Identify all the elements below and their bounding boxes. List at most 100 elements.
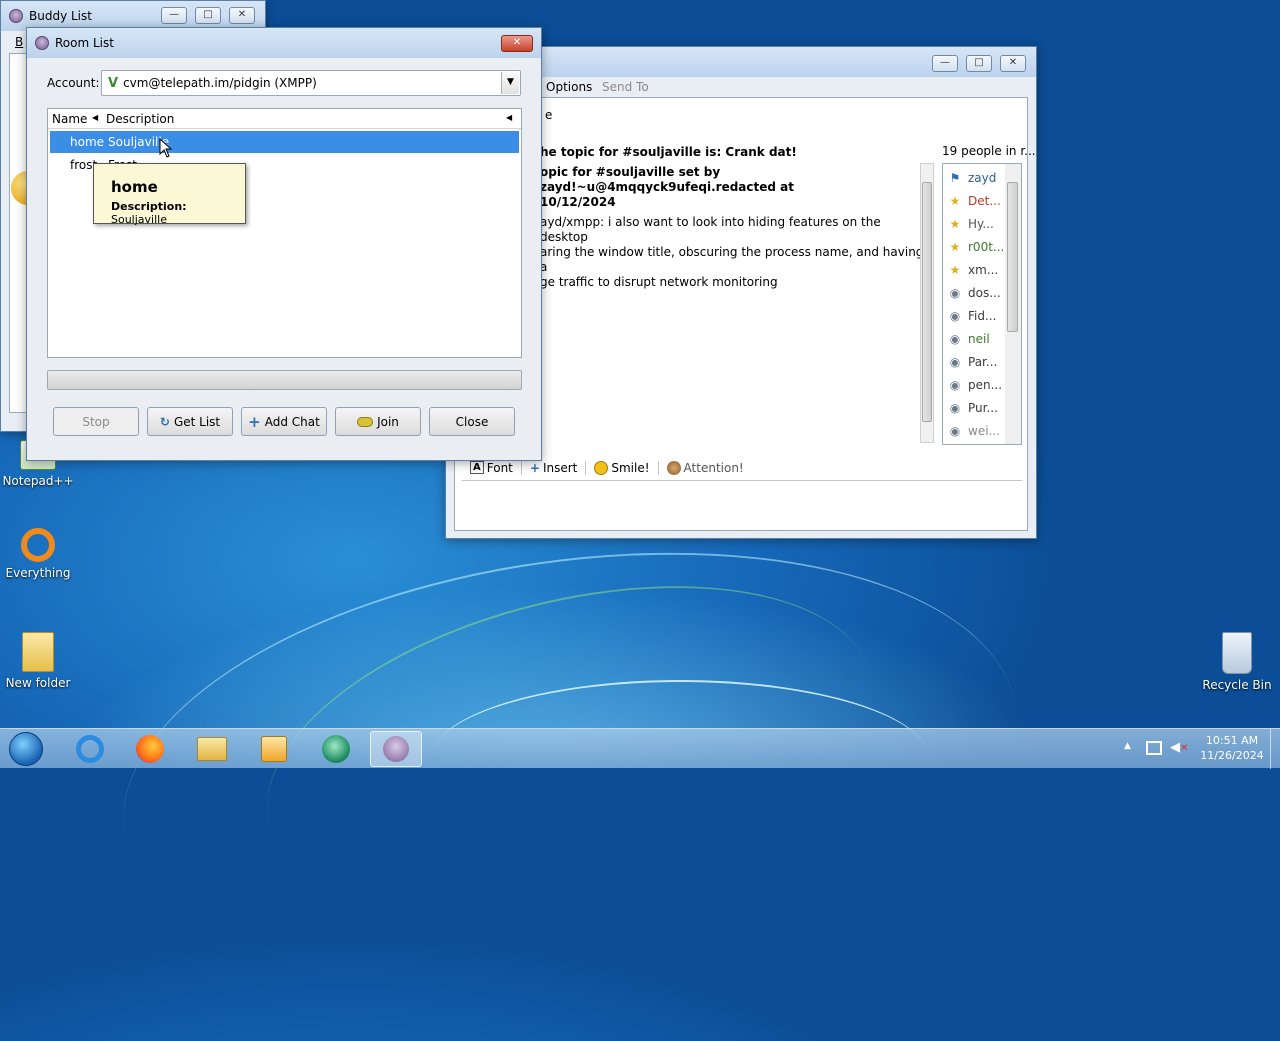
get-list-label: Get List <box>173 414 221 429</box>
minimize-button[interactable]: — <box>161 7 187 24</box>
close-button[interactable]: ✕ <box>1000 55 1026 72</box>
account-label: Account: <box>47 76 100 90</box>
firefox-icon <box>136 735 164 763</box>
tooltip-desc-label: Description: <box>111 200 187 213</box>
insert-button[interactable]: + Insert <box>522 460 587 475</box>
table-row[interactable]: home Souljaville <box>50 131 519 153</box>
network-icon[interactable] <box>1146 741 1162 755</box>
taskbar-explorer[interactable] <box>186 731 238 767</box>
everything-icon <box>21 528 55 562</box>
chat-menu-send-to[interactable]: Send To <box>602 80 649 94</box>
desktop-icon-label: New folder <box>5 676 71 690</box>
star-icon: ★ <box>949 216 961 231</box>
attention-button[interactable]: Attention! <box>659 460 752 475</box>
message-line: 10/12/2024 <box>540 195 616 209</box>
people-list-item[interactable]: ◉ pen... <box>943 373 1005 396</box>
desktop-icon-everything[interactable]: Everything <box>0 528 76 580</box>
chat-topic: e <box>545 108 553 122</box>
insert-label: Insert <box>542 460 578 475</box>
taskbar-pidgin[interactable] <box>370 731 422 767</box>
account-select[interactable]: V cvm@telepath.im/pidgin (XMPP) ▼ <box>101 70 521 96</box>
people-list-name: wei... <box>968 423 1000 438</box>
get-list-button[interactable]: ↻ Get List <box>147 407 233 436</box>
people-scrollbar[interactable] <box>1005 164 1021 444</box>
font-button[interactable]: A Font <box>462 460 522 475</box>
message-line: aring the window title, obscuring the pr… <box>540 245 924 274</box>
chat-scrollbar-thumb[interactable] <box>922 182 932 422</box>
volume-muted-icon[interactable]: ◀✕ <box>1170 740 1188 755</box>
column-header-description[interactable]: Description <box>106 112 174 126</box>
maximize-button[interactable]: □ <box>195 7 221 24</box>
font-label: Font <box>486 460 513 475</box>
taskbar-media-player[interactable] <box>248 731 300 767</box>
tooltip-desc-value: Souljaville <box>111 213 167 226</box>
star-icon: ★ <box>949 239 961 254</box>
room-list-titlebar[interactable]: Room List ✕ <box>27 28 541 58</box>
desktop-icon-label: Recycle Bin <box>1202 678 1272 692</box>
room-list-window[interactable]: Room List ✕ Account: V cvm@telepath.im/p… <box>26 27 542 461</box>
minimize-button[interactable]: — <box>932 55 958 72</box>
room-list-table[interactable]: Name ◀ Description ◀ home Souljaville fr… <box>47 108 522 358</box>
stop-label: Stop <box>82 414 110 429</box>
people-list-item[interactable]: ◉ Pur... <box>943 396 1005 419</box>
desktop-icon-recycle-bin[interactable]: Recycle Bin <box>1199 632 1275 692</box>
people-list-item[interactable]: ◉ Fid... <box>943 304 1005 327</box>
clock[interactable]: 10:51 AM 11/26/2024 <box>1196 733 1268 763</box>
wireless-icon: ◉ <box>949 400 961 415</box>
desktop-icon-new-folder[interactable]: New folder <box>0 632 76 690</box>
recycle-bin-icon <box>1222 632 1252 674</box>
show-desktop-button[interactable] <box>1270 729 1280 769</box>
people-list-name: pen... <box>968 377 1003 392</box>
wireless-icon: ◉ <box>949 377 961 392</box>
chat-scrollbar[interactable] <box>920 163 934 443</box>
taskbar: ▲ ◀✕ 10:51 AM 11/26/2024 <box>0 728 1280 769</box>
xmpp-icon: V <box>108 75 119 91</box>
column-header-name[interactable]: Name <box>52 112 87 126</box>
maximize-button[interactable]: □ <box>966 55 992 72</box>
close-button[interactable]: Close <box>429 407 515 436</box>
show-hidden-icons[interactable]: ▲ <box>1124 741 1131 751</box>
chevron-down-icon[interactable]: ▼ <box>501 72 519 94</box>
chat-log: he topic for #souljaville is: Crank dat!… <box>540 145 930 445</box>
close-icon[interactable]: ✕ <box>501 35 533 52</box>
people-list-item[interactable]: ◉ neil <box>943 327 1005 350</box>
people-list-item[interactable]: ◉ wei... <box>943 419 1005 442</box>
taskbar-ie[interactable] <box>64 731 116 767</box>
people-container: ⚑ zayd ★ Det... ★ Hy... ★ r00t... ★ xm... ◉ dos... ◉… <box>943 166 1005 442</box>
people-list-name: Fid... <box>968 308 997 323</box>
people-list-item[interactable]: ★ xm... <box>943 258 1005 281</box>
people-list-name: dos... <box>968 285 1001 300</box>
people-list-name: Par... <box>968 354 998 369</box>
people-count: 19 people in r... <box>942 144 1036 158</box>
smiley-icon <box>594 460 609 475</box>
wireless-icon: ◉ <box>949 308 961 323</box>
app-icon <box>322 735 350 763</box>
people-list-item[interactable]: ★ Hy... <box>943 212 1005 235</box>
people-list-item[interactable]: ★ r00t... <box>943 235 1005 258</box>
people-list-item[interactable]: ⚑ zayd <box>943 166 1005 189</box>
wireless-icon: ◉ <box>949 331 961 346</box>
windows-logo-icon <box>9 732 43 766</box>
refresh-icon: ↻ <box>159 414 170 429</box>
people-list[interactable]: ⚑ zayd ★ Det... ★ Hy... ★ r00t... ★ xm... ◉ dos... ◉… <box>942 163 1022 445</box>
add-chat-button[interactable]: + Add Chat <box>241 407 327 436</box>
people-list-item[interactable]: ◉ Par... <box>943 350 1005 373</box>
join-button[interactable]: Join <box>335 407 421 436</box>
stop-button[interactable]: Stop <box>53 407 139 436</box>
buddy-list-menu[interactable]: B <box>15 35 23 49</box>
tooltip-title: home <box>111 178 158 196</box>
taskbar-firefox[interactable] <box>124 731 176 767</box>
chat-menu-options[interactable]: Options <box>546 80 592 94</box>
flag-icon: ⚑ <box>949 170 961 185</box>
people-scrollbar-thumb[interactable] <box>1007 182 1018 332</box>
taskbar-app[interactable] <box>310 731 362 767</box>
start-button[interactable] <box>2 731 50 767</box>
people-list-item[interactable]: ★ Det... <box>943 189 1005 212</box>
room-list-title: Room List <box>55 36 114 50</box>
smile-button[interactable]: Smile! <box>586 460 659 475</box>
message-input[interactable] <box>462 483 1022 527</box>
folder-icon <box>22 632 54 672</box>
close-button[interactable]: ✕ <box>229 7 255 24</box>
people-list-item[interactable]: ◉ dos... <box>943 281 1005 304</box>
mouse-cursor-icon <box>159 138 173 158</box>
